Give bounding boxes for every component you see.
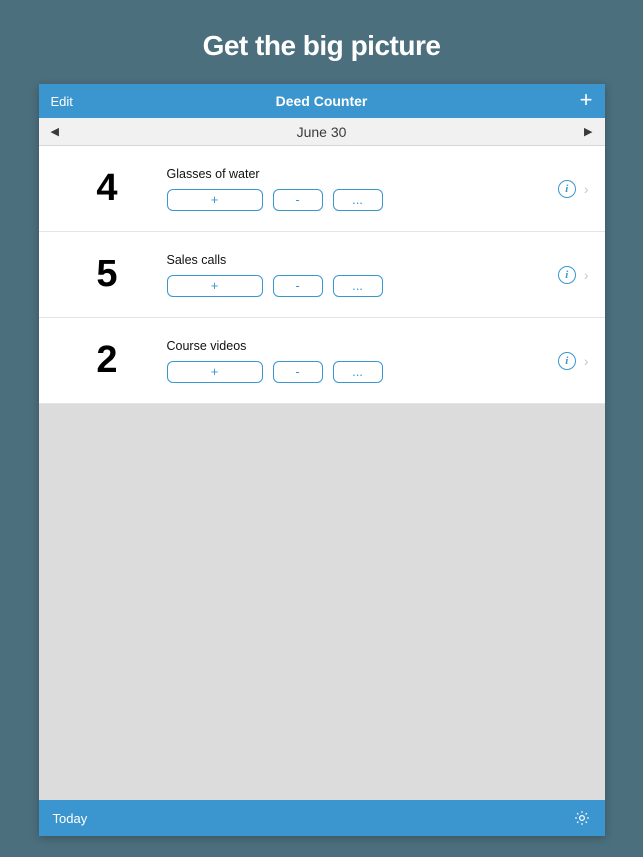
app-window: Edit Deed Counter + ◀ June 30 ▶ 4 Glasse… (39, 84, 605, 836)
chevron-right-icon[interactable]: › (584, 181, 589, 197)
promo-title: Get the big picture (203, 30, 441, 62)
decrement-button[interactable]: - (273, 275, 323, 297)
info-icon[interactable]: i (558, 266, 576, 284)
chevron-right-icon[interactable]: › (584, 267, 589, 283)
next-day-button[interactable]: ▶ (584, 125, 592, 138)
list-item: 5 Sales calls + - ... i › (39, 232, 605, 318)
decrement-button[interactable]: - (273, 189, 323, 211)
info-icon[interactable]: i (558, 352, 576, 370)
item-title: Sales calls (167, 253, 558, 267)
count-value: 5 (47, 253, 167, 296)
edit-button[interactable]: Edit (51, 94, 73, 109)
date-bar: ◀ June 30 ▶ (39, 118, 605, 146)
item-title: Glasses of water (167, 167, 558, 181)
increment-button[interactable]: + (167, 275, 263, 297)
count-value: 4 (47, 167, 167, 210)
deed-list: 4 Glasses of water + - ... i › 5 Sales c… (39, 146, 605, 404)
bottom-toolbar: Today (39, 800, 605, 836)
plus-icon[interactable]: + (580, 89, 593, 111)
decrement-button[interactable]: - (273, 361, 323, 383)
count-value: 2 (47, 339, 167, 382)
empty-area (39, 404, 605, 800)
app-title: Deed Counter (276, 93, 368, 109)
more-button[interactable]: ... (333, 189, 383, 211)
nav-bar: Edit Deed Counter + (39, 84, 605, 118)
list-item: 2 Course videos + - ... i › (39, 318, 605, 404)
list-item: 4 Glasses of water + - ... i › (39, 146, 605, 232)
today-button[interactable]: Today (53, 811, 88, 826)
gear-icon[interactable] (573, 809, 591, 827)
date-label: June 30 (297, 124, 347, 140)
increment-button[interactable]: + (167, 361, 263, 383)
more-button[interactable]: ... (333, 275, 383, 297)
info-icon[interactable]: i (558, 180, 576, 198)
chevron-right-icon[interactable]: › (584, 353, 589, 369)
prev-day-button[interactable]: ◀ (51, 125, 59, 138)
increment-button[interactable]: + (167, 189, 263, 211)
item-title: Course videos (167, 339, 558, 353)
more-button[interactable]: ... (333, 361, 383, 383)
